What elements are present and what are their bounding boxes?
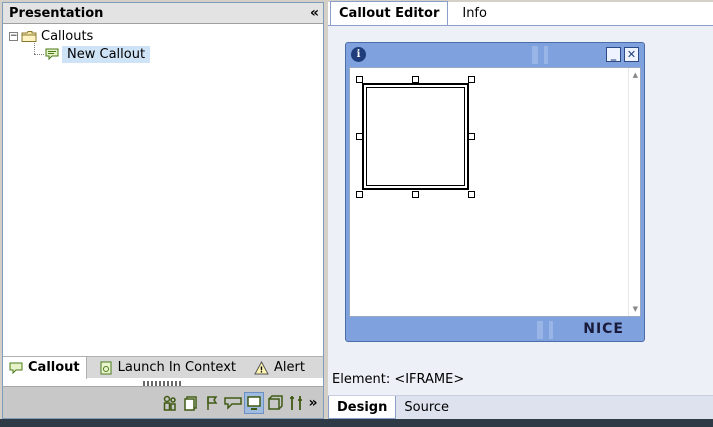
tab-source[interactable]: Source	[396, 396, 458, 419]
resize-handle[interactable]	[356, 191, 363, 198]
monitor-icon[interactable]	[244, 391, 264, 414]
callout-content-area[interactable]: ▲ ▼	[349, 67, 641, 317]
decorative-pattern	[531, 321, 591, 339]
flag-icon[interactable]	[202, 392, 222, 414]
callout-footer: NICE	[346, 317, 644, 341]
tab-callout-editor[interactable]: Callout Editor	[330, 1, 449, 25]
resize-handle[interactable]	[468, 76, 475, 83]
info-icon[interactable]: i	[351, 47, 366, 62]
presentation-pane: Presentation « − Callouts New Callout Ca…	[2, 2, 324, 419]
nice-logo: NICE	[583, 321, 624, 337]
balloon-icon[interactable]	[223, 392, 243, 414]
close-button[interactable]: ✕	[624, 47, 639, 62]
resize-handle[interactable]	[356, 76, 363, 83]
presentation-header: Presentation «	[3, 3, 323, 24]
launch-icon	[99, 361, 113, 375]
resize-handle[interactable]	[412, 191, 419, 198]
tree-node-new-callout[interactable]: New Callout	[45, 45, 151, 63]
folder-icon	[21, 30, 37, 43]
callout-icon	[45, 47, 59, 61]
tab-label: Alert	[273, 360, 305, 375]
tools-icon[interactable]	[286, 392, 306, 414]
collapse-pane-button[interactable]: «	[310, 5, 319, 21]
component-toolbar: »	[3, 386, 323, 418]
document-icon[interactable]	[181, 392, 201, 414]
decorative-pattern	[526, 46, 586, 64]
callout-titlebar: i _ ✕	[346, 43, 644, 66]
resize-handle[interactable]	[468, 191, 475, 198]
editor-pane: Callout Editor Info i _ ✕ ▲ ▼ NICE Eleme…	[328, 1, 713, 419]
tree-node-label: New Callout	[62, 45, 151, 63]
tab-design[interactable]: Design	[328, 396, 397, 419]
callout-preview-window: i _ ✕ ▲ ▼ NICE	[345, 42, 645, 342]
window-bottom-border	[0, 419, 713, 427]
tab-label: Launch In Context	[117, 360, 236, 375]
resize-handle[interactable]	[356, 133, 363, 140]
window-controls: _ ✕	[606, 47, 639, 62]
tab-label: Callout	[28, 360, 80, 375]
scroll-down-icon[interactable]: ▼	[633, 305, 638, 313]
tree-node-callouts[interactable]: − Callouts	[9, 27, 93, 45]
tab-info[interactable]: Info	[454, 3, 495, 25]
editor-tabs: Callout Editor Info	[328, 1, 713, 26]
resize-handle[interactable]	[468, 133, 475, 140]
mode-tabs-filler	[457, 396, 713, 419]
minimize-button[interactable]: _	[606, 47, 621, 62]
tree-connector	[34, 54, 44, 55]
cube-icon[interactable]	[265, 392, 285, 414]
tab-launch-in-context[interactable]: Launch In Context	[93, 357, 242, 379]
vertical-scrollbar[interactable]: ▲ ▼	[628, 68, 640, 316]
people-icon[interactable]	[160, 392, 180, 414]
tree-expander[interactable]: −	[9, 31, 18, 41]
element-indicator: Element: <IFRAME>	[332, 372, 465, 387]
alert-icon: !	[254, 360, 269, 375]
tree-connector	[34, 43, 35, 54]
tree-node-label: Callouts	[41, 28, 94, 44]
editor-mode-tabs: Design Source	[328, 395, 713, 419]
scroll-up-icon[interactable]: ▲	[633, 71, 638, 79]
iframe-element[interactable]	[362, 83, 469, 190]
toolbar-overflow-button[interactable]: »	[307, 392, 319, 414]
tab-alert[interactable]: ! Alert	[248, 357, 311, 379]
tab-callout[interactable]: Callout	[3, 356, 87, 379]
presentation-title: Presentation	[9, 5, 104, 21]
svg-text:!: !	[260, 365, 264, 374]
resize-handle[interactable]	[412, 76, 419, 83]
callout-tree: − Callouts New Callout	[3, 25, 323, 356]
presentation-bottom-tabs: Callout Launch In Context ! Alert	[3, 356, 323, 379]
callout-icon	[9, 361, 23, 375]
